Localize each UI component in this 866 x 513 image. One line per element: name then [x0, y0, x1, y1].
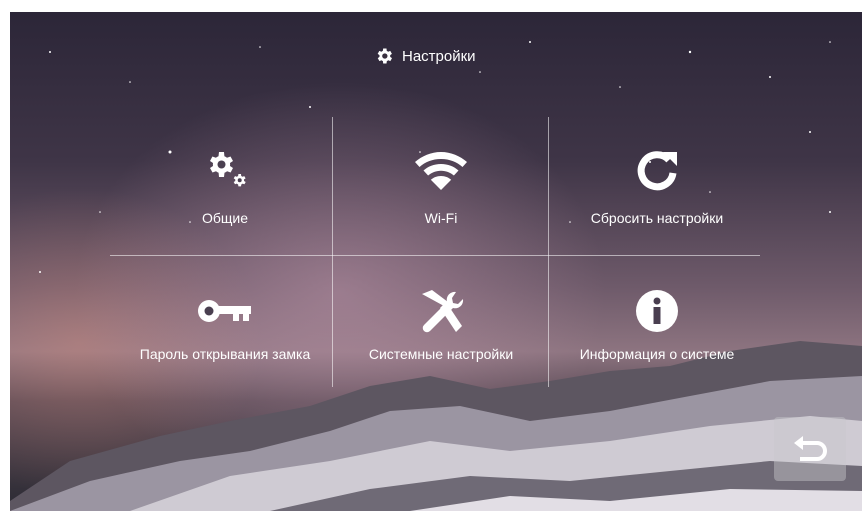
- back-button[interactable]: [774, 417, 846, 481]
- grid-divider-v1: [332, 117, 333, 387]
- menu-item-label: Пароль открывания замка: [139, 346, 311, 362]
- menu-item-reset[interactable]: Сбросить настройки: [550, 124, 764, 246]
- info-icon: [635, 286, 679, 336]
- menu-item-system-info[interactable]: Информация о системе: [550, 274, 764, 396]
- gear-icon: [377, 48, 392, 64]
- menu-item-general[interactable]: Общие: [118, 124, 332, 246]
- menu-item-label: Информация о системе: [579, 346, 735, 362]
- menu-item-wifi[interactable]: Wi-Fi: [334, 124, 548, 246]
- grid-divider-v2: [548, 117, 549, 387]
- reset-icon: [633, 140, 681, 200]
- menu-item-label: Системные настройки: [368, 346, 514, 362]
- back-arrow-icon: [794, 436, 827, 461]
- menu-item-system-settings[interactable]: Системные настройки: [334, 274, 548, 396]
- grid-divider-h: [110, 255, 760, 256]
- key-icon: [197, 286, 253, 336]
- page-title: Настройки: [374, 42, 476, 70]
- menu-item-label: Сбросить настройки: [590, 210, 724, 226]
- page-title-text: Настройки: [402, 47, 476, 65]
- tools-icon: [416, 286, 466, 336]
- wifi-icon: [413, 140, 469, 200]
- gears-icon: [199, 140, 251, 200]
- menu-item-label: Wi-Fi: [424, 210, 458, 226]
- menu-item-lock-password[interactable]: Пароль открывания замка: [118, 274, 332, 396]
- menu-item-label: Общие: [201, 210, 249, 226]
- settings-screen: Настройки Общие Wi-Fi Сбросить настройки…: [10, 12, 862, 511]
